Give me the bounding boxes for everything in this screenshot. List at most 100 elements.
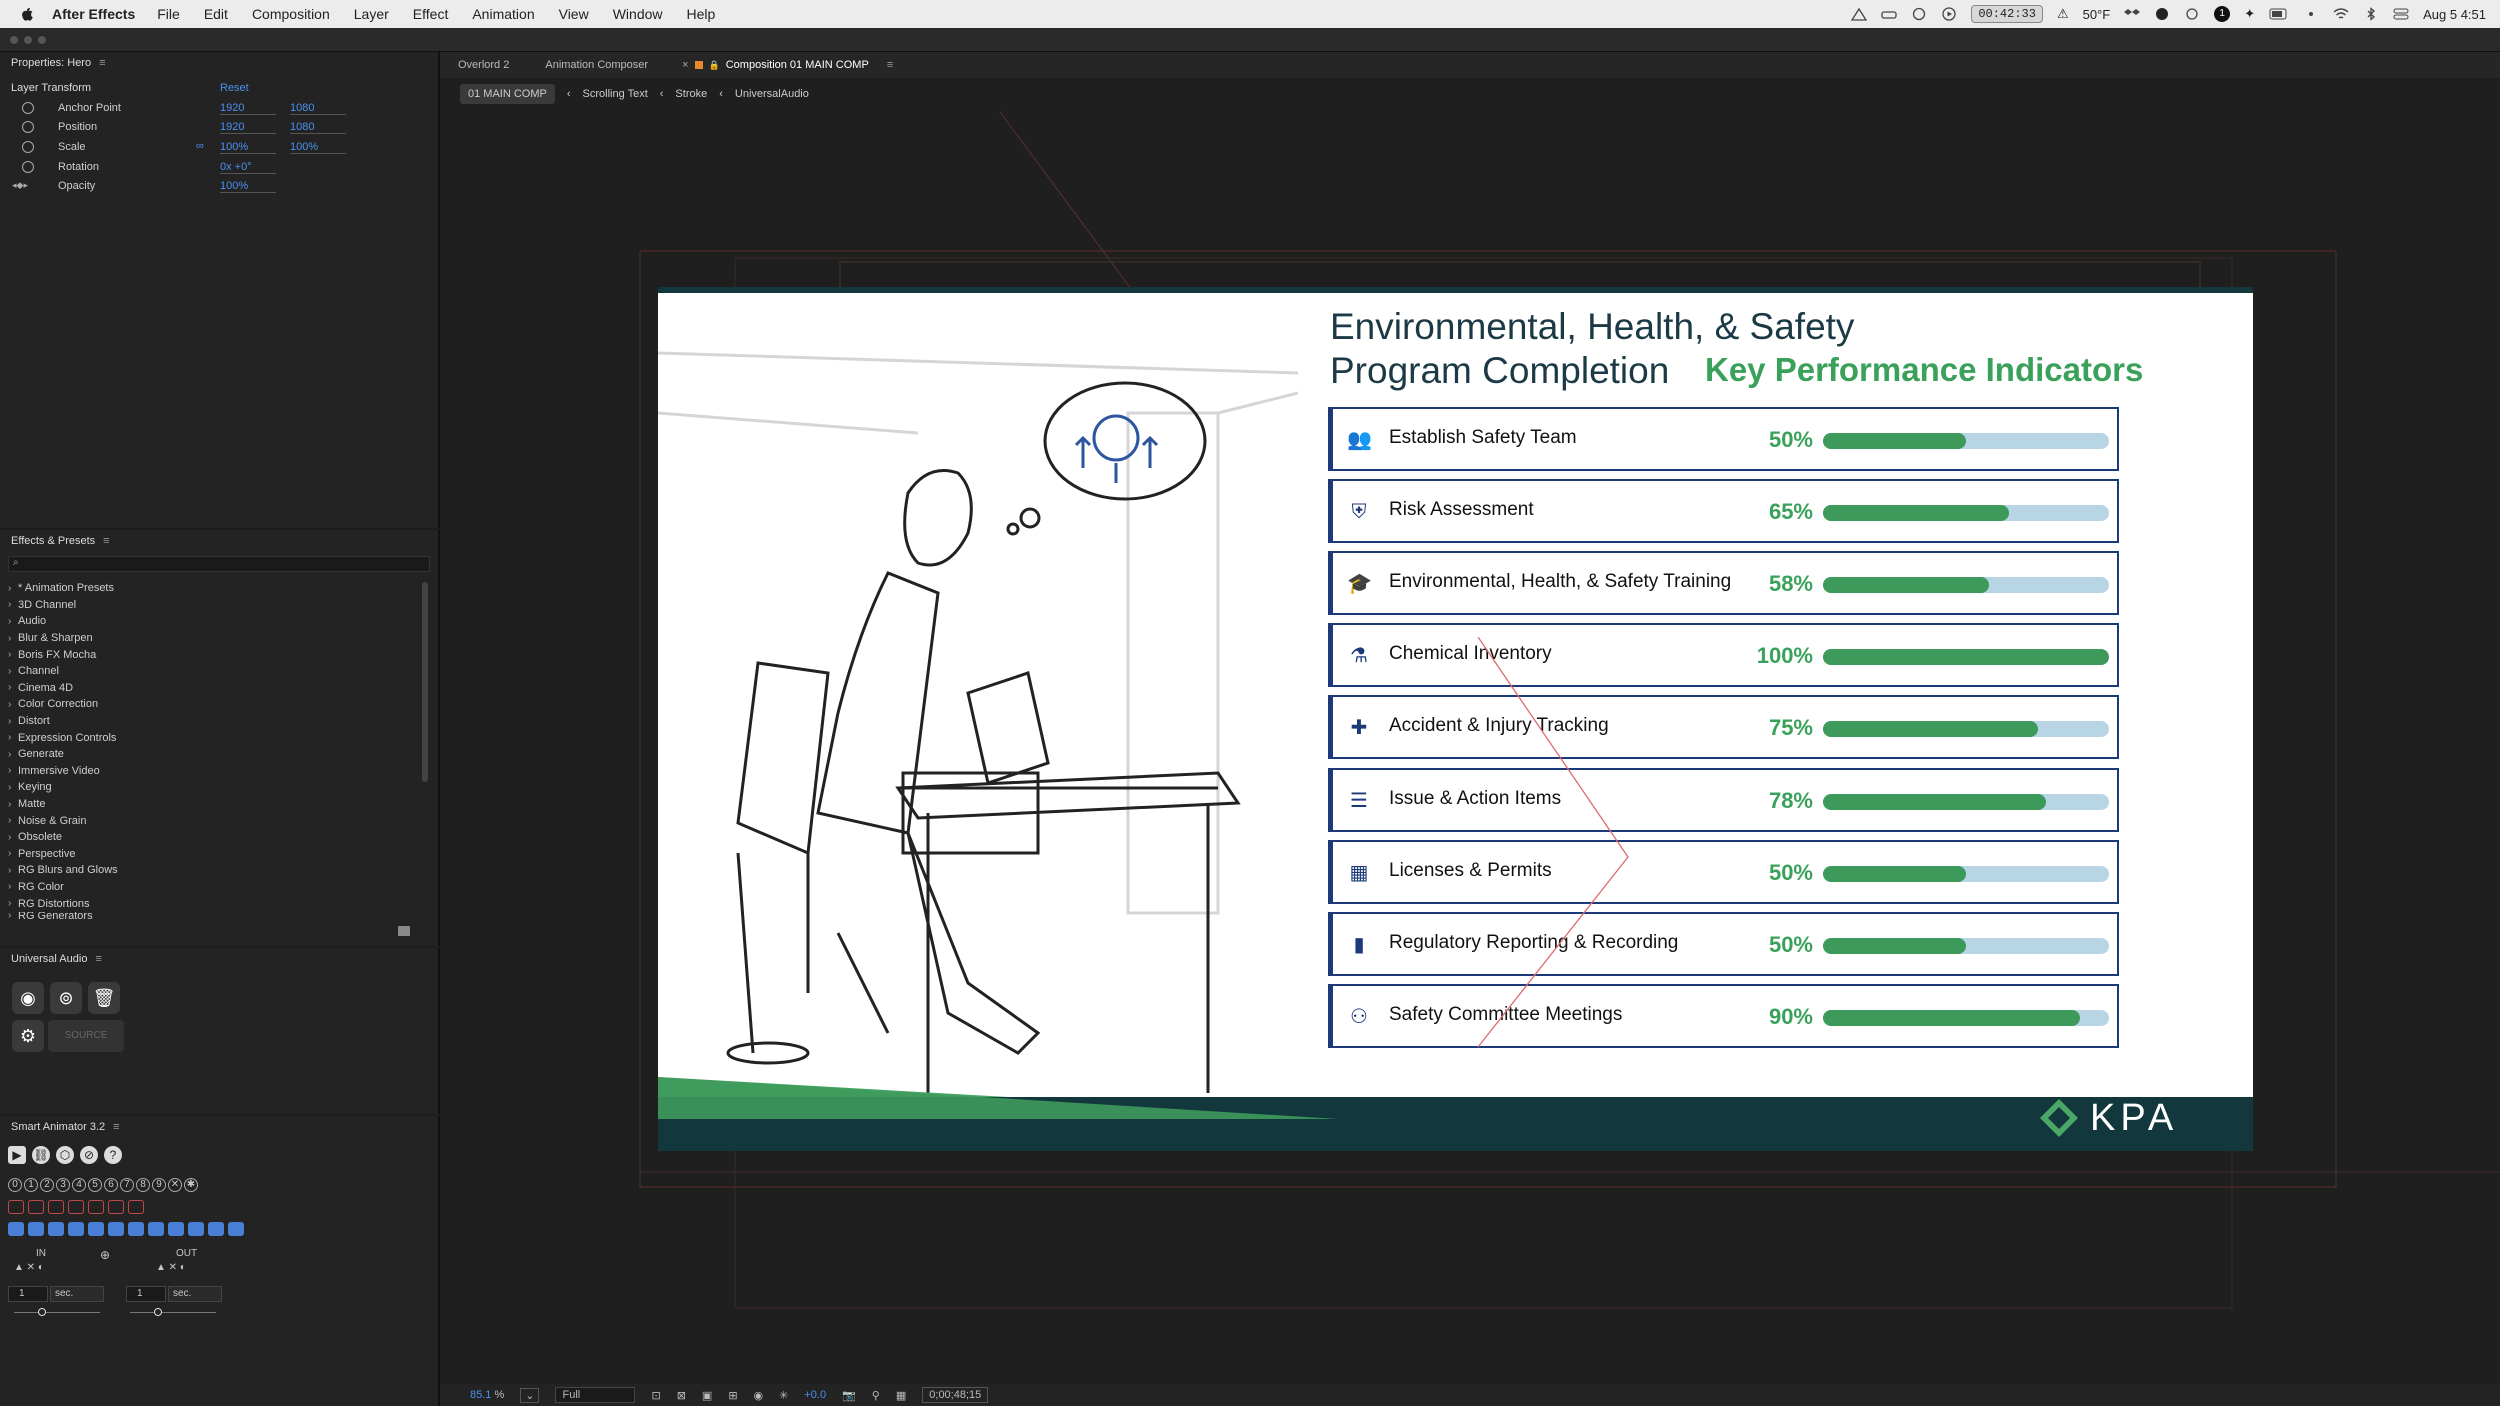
effects-category[interactable]: › Noise & Grain: [8, 812, 428, 829]
in-slider[interactable]: [14, 1308, 100, 1316]
link-icon[interactable]: ⛓: [32, 1146, 50, 1164]
disable-icon[interactable]: ⊘: [80, 1146, 98, 1164]
mask-visibility-icon[interactable]: ▣: [702, 1389, 712, 1402]
tent-icon[interactable]: [1851, 7, 1868, 21]
effects-category[interactable]: › Channel: [8, 663, 428, 680]
car-icon[interactable]: [1881, 7, 1897, 21]
control-center-icon[interactable]: [2393, 7, 2409, 21]
panel-menu-icon[interactable]: ≡: [99, 57, 105, 69]
weather-warning-icon[interactable]: ⚠: [2057, 6, 2069, 22]
motion-preset-icon[interactable]: [48, 1222, 64, 1236]
effects-category[interactable]: › RG Generators: [8, 912, 428, 920]
digit-button[interactable]: 0: [8, 1178, 22, 1192]
motion-preset-icon[interactable]: [108, 1222, 124, 1236]
digit-button[interactable]: 3: [56, 1178, 70, 1192]
easing-preset-icon[interactable]: [48, 1200, 64, 1214]
menu-file[interactable]: File: [157, 6, 180, 22]
audio-broadcast-icon[interactable]: ◉: [12, 982, 44, 1014]
snapshot-camera-icon[interactable]: 📷: [842, 1389, 856, 1402]
effects-category[interactable]: › Immersive Video: [8, 763, 428, 780]
in-duration-input[interactable]: 1: [8, 1286, 48, 1302]
motion-preset-icon[interactable]: [228, 1222, 244, 1236]
menu-composition[interactable]: Composition: [252, 6, 330, 22]
motion-preset-icon[interactable]: [8, 1222, 24, 1236]
panel-menu-icon[interactable]: ≡: [113, 1121, 119, 1133]
menu-window[interactable]: Window: [613, 6, 663, 22]
timer-icon[interactable]: [1911, 7, 1927, 21]
zoom-dropdown-icon[interactable]: ⌄: [520, 1387, 540, 1403]
guides-icon[interactable]: ⊞: [728, 1389, 737, 1402]
effects-category[interactable]: › RG Color: [8, 879, 428, 896]
random-icon[interactable]: ✱: [184, 1178, 198, 1192]
motion-preset-icon[interactable]: [28, 1222, 44, 1236]
play-circle-icon[interactable]: [1941, 7, 1957, 21]
cube-icon[interactable]: ⬡: [56, 1146, 74, 1164]
digit-button[interactable]: 4: [72, 1178, 86, 1192]
settings-gear-icon[interactable]: ⚙: [12, 1020, 44, 1052]
easing-preset-icon[interactable]: [88, 1200, 104, 1214]
new-folder-icon[interactable]: [398, 926, 410, 936]
creative-cloud-icon[interactable]: [2154, 7, 2170, 21]
digit-button[interactable]: 6: [104, 1178, 118, 1192]
motion-preset-icon[interactable]: [148, 1222, 164, 1236]
easing-preset-icon[interactable]: [128, 1200, 144, 1214]
easing-preset-icon[interactable]: [8, 1200, 24, 1214]
panel-menu-icon[interactable]: ≡: [95, 953, 101, 965]
fast-previews-icon[interactable]: ▦: [896, 1389, 906, 1402]
app-name-menu[interactable]: After Effects: [52, 6, 135, 22]
menu-layer[interactable]: Layer: [354, 6, 389, 22]
easing-preset-icon[interactable]: [28, 1200, 44, 1214]
exposure-value[interactable]: +0.0: [804, 1389, 826, 1401]
menu-view[interactable]: View: [559, 6, 589, 22]
composition-canvas[interactable]: Environmental, Health, & Safety Program …: [658, 287, 2253, 1151]
digit-button[interactable]: 7: [120, 1178, 134, 1192]
audio-target-icon[interactable]: ⊚: [50, 982, 82, 1014]
effects-category[interactable]: › 3D Channel: [8, 597, 428, 614]
fan-icon[interactable]: [2303, 7, 2319, 21]
stopwatch-icon[interactable]: [22, 121, 34, 133]
out-ease-controls[interactable]: ▲ ✕ ◐: [156, 1262, 186, 1273]
show-snapshot-icon[interactable]: ⚲: [872, 1389, 880, 1402]
stopwatch-icon[interactable]: [22, 102, 34, 114]
easing-preset-icon[interactable]: [108, 1200, 124, 1214]
motion-preset-icon[interactable]: [168, 1222, 184, 1236]
effects-category[interactable]: › Generate: [8, 746, 428, 763]
motion-preset-icon[interactable]: [128, 1222, 144, 1236]
digit-button[interactable]: 5: [88, 1178, 102, 1192]
stopwatch-icon[interactable]: [22, 141, 34, 153]
motion-preset-icon[interactable]: [88, 1222, 104, 1236]
battery-icon[interactable]: [2269, 7, 2289, 21]
in-unit-select[interactable]: sec.: [50, 1286, 104, 1302]
transparency-grid-icon[interactable]: ⊠: [677, 1389, 686, 1402]
scale-y-value[interactable]: 100%: [290, 141, 346, 154]
window-zoom-button[interactable]: [38, 36, 46, 44]
out-slider[interactable]: [130, 1308, 216, 1316]
out-slider-handle[interactable]: [154, 1308, 162, 1316]
digit-button[interactable]: 2: [40, 1178, 54, 1192]
sync-icon[interactable]: [2184, 7, 2200, 21]
panel-menu-icon[interactable]: ≡: [103, 535, 109, 547]
notification-badge[interactable]: 1: [2214, 6, 2231, 22]
effects-category[interactable]: › Blur & Sharpen: [8, 630, 428, 647]
effects-category[interactable]: › RG Blurs and Glows: [8, 862, 428, 879]
effects-category[interactable]: › Color Correction: [8, 696, 428, 713]
out-duration-input[interactable]: 1: [126, 1286, 166, 1302]
play-icon[interactable]: ▶: [8, 1146, 26, 1164]
rotation-value[interactable]: 0x +0°: [220, 161, 276, 174]
motion-preset-icon[interactable]: [208, 1222, 224, 1236]
clock-datetime[interactable]: Aug 5 4:51: [2423, 7, 2486, 22]
dropbox-icon[interactable]: [2124, 7, 2141, 21]
source-button[interactable]: SOURCE: [48, 1020, 124, 1052]
position-x-value[interactable]: 1920: [220, 121, 276, 134]
help-icon[interactable]: ?: [104, 1146, 122, 1164]
motion-preset-icon[interactable]: [188, 1222, 204, 1236]
sparkle-icon[interactable]: ✦: [2244, 6, 2255, 22]
stopwatch-icon[interactable]: [22, 161, 34, 173]
effects-category[interactable]: › Distort: [8, 713, 428, 730]
current-time-display[interactable]: 0;00;48;15: [922, 1387, 989, 1403]
resolution-select[interactable]: Full: [555, 1387, 636, 1403]
in-slider-handle[interactable]: [38, 1308, 46, 1316]
window-close-button[interactable]: [10, 36, 18, 44]
bluetooth-icon[interactable]: [2363, 7, 2379, 21]
exposure-reset-icon[interactable]: ✳: [779, 1389, 788, 1402]
